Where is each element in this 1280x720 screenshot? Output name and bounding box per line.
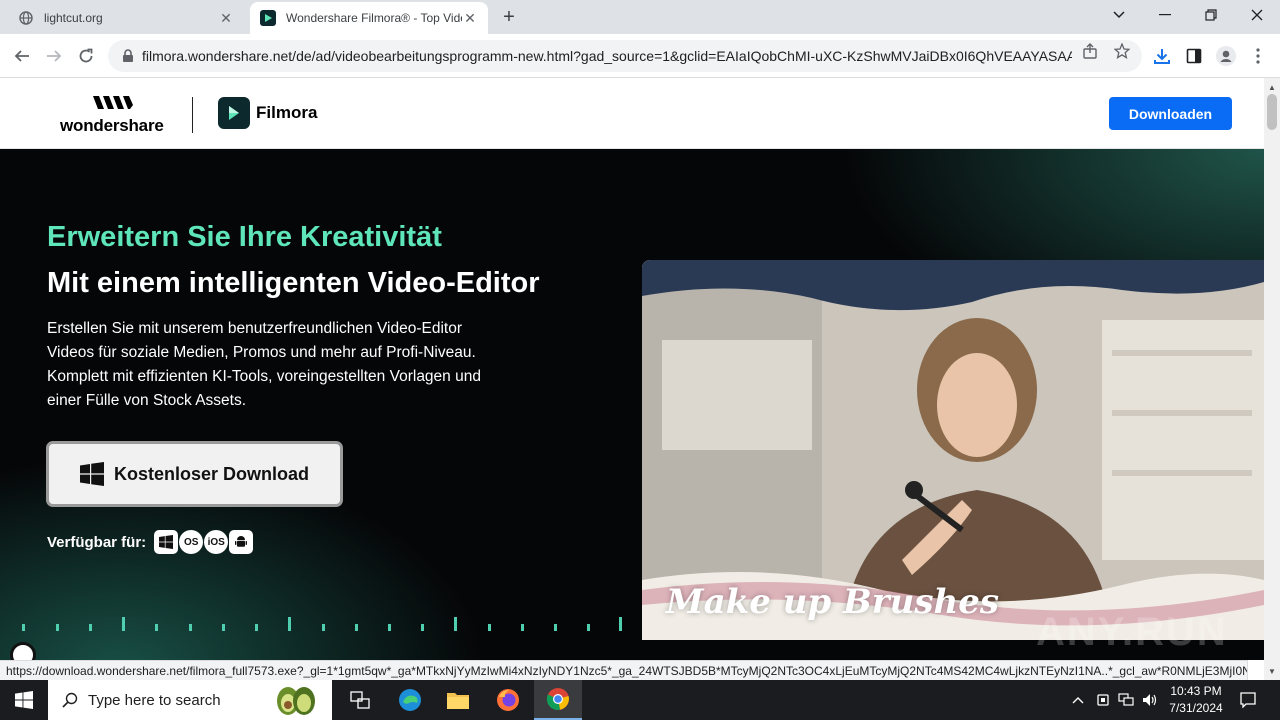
header-divider (192, 97, 193, 133)
chrome-icon[interactable] (534, 680, 582, 720)
windows-taskbar: Type here to search 10:43 PM 7/31/2024 (0, 680, 1280, 720)
scroll-up-arrow-icon[interactable]: ▲ (1264, 80, 1280, 94)
page-scrollbar[interactable]: ▲ ▼ (1264, 78, 1280, 680)
hero-section: Erweitern Sie Ihre Kreativität Mit einem… (0, 149, 1264, 660)
taskbar-clock[interactable]: 10:43 PM 7/31/2024 (1160, 683, 1232, 717)
free-download-button[interactable]: Kostenloser Download (46, 441, 343, 507)
hero-description: Erstellen Sie mit unserem benutzerfreund… (47, 317, 527, 413)
tab-filmora[interactable]: Wondershare Filmora® - Top Video ✕ (250, 2, 488, 34)
avocado-highlight-icon (277, 687, 315, 715)
wondershare-wordmark: wondershare (60, 116, 164, 135)
android-icon[interactable] (229, 530, 254, 554)
video-caption: Make up Brushes (666, 582, 1000, 622)
wondershare-mark-icon (93, 96, 133, 109)
filmora-logo[interactable]: Filmora (218, 97, 317, 129)
web-page: wondershare Filmora Downloaden Erweitern… (0, 78, 1264, 660)
profile-avatar-icon[interactable] (1215, 45, 1237, 67)
share-icon[interactable] (1081, 42, 1099, 60)
available-platforms: Verfügbar für: OS iOS (47, 530, 254, 554)
tab-search-chevron-icon[interactable] (1096, 0, 1142, 30)
hero-description-line: Videos für soziale Medien, Promos und me… (47, 344, 476, 361)
forward-arrow-icon[interactable] (40, 42, 68, 70)
taskbar-search-box[interactable]: Type here to search (48, 680, 332, 720)
filmora-logo-icon (218, 97, 250, 129)
bookmark-star-icon[interactable] (1113, 42, 1131, 60)
hero-title: Mit einem intelligenten Video-Editor (47, 267, 540, 299)
link-status-bar: https://download.wondershare.net/filmora… (0, 660, 1248, 680)
site-header: wondershare Filmora Downloaden (0, 78, 1264, 149)
close-tab-icon[interactable]: ✕ (462, 10, 478, 26)
firefox-icon[interactable] (484, 680, 532, 720)
hero-description-line: einer Fülle von Stock Assets. (47, 392, 247, 409)
decorative-waveform (22, 611, 632, 631)
minimize-icon[interactable] (1142, 0, 1188, 30)
restore-icon[interactable] (1188, 0, 1234, 30)
search-placeholder: Type here to search (88, 691, 221, 709)
start-button[interactable] (0, 680, 48, 720)
free-download-label: Kostenloser Download (113, 463, 310, 484)
tab-title: Wondershare Filmora® - Top Video (286, 11, 462, 25)
edge-browser-icon[interactable] (386, 680, 434, 720)
scroll-down-arrow-icon[interactable]: ▼ (1264, 664, 1280, 678)
security-shield-tray-icon[interactable] (1094, 680, 1112, 720)
hero-video-preview[interactable]: Make up Brushes (642, 260, 1264, 640)
header-download-button[interactable]: Downloaden (1109, 97, 1232, 130)
browser-tab-strip: lightcut.org ✕ Wondershare Filmora® - To… (0, 0, 1280, 34)
filmora-favicon-icon (260, 10, 276, 26)
globe-icon (18, 10, 34, 26)
anyrun-watermark: ANY.RUN (1036, 610, 1228, 654)
hero-description-line: Komplett mit effizienten KI-Tools, vorei… (47, 368, 481, 385)
tab-lightcut[interactable]: lightcut.org ✕ (8, 2, 244, 34)
address-bar[interactable]: filmora.wondershare.net/de/ad/videobearb… (108, 40, 1142, 72)
volume-icon[interactable] (1140, 680, 1160, 720)
kebab-menu-icon[interactable] (1247, 45, 1269, 67)
available-label: Verfügbar für: (47, 533, 147, 551)
hero-kicker: Erweitern Sie Ihre Kreativität (47, 221, 442, 253)
search-icon (62, 692, 78, 708)
task-view-icon[interactable] (336, 680, 384, 720)
side-panel-icon[interactable] (1183, 45, 1205, 67)
clock-time: 10:43 PM (1170, 684, 1222, 698)
windows-start-icon (15, 691, 33, 709)
clock-date: 7/31/2024 (1169, 701, 1223, 715)
downloads-icon[interactable] (1151, 45, 1173, 67)
close-tab-icon[interactable]: ✕ (218, 10, 234, 26)
close-window-icon[interactable] (1234, 0, 1280, 30)
new-tab-plus-icon[interactable]: + (498, 6, 520, 28)
file-explorer-icon[interactable] (434, 680, 482, 720)
scroll-thumb[interactable] (1267, 94, 1277, 130)
filmora-wordmark: Filmora (256, 103, 318, 122)
macos-icon[interactable]: OS (179, 530, 204, 554)
tray-chevron-up-icon[interactable] (1070, 680, 1086, 720)
tab-title: lightcut.org (44, 11, 103, 25)
wondershare-logo[interactable]: wondershare (60, 93, 168, 137)
back-arrow-icon[interactable] (8, 42, 36, 70)
lock-icon[interactable] (120, 48, 136, 64)
notifications-icon[interactable] (1236, 680, 1260, 720)
windows-logo-icon (79, 462, 104, 486)
url-text[interactable]: filmora.wondershare.net/de/ad/videobearb… (142, 48, 1072, 64)
network-icon[interactable] (1116, 680, 1136, 720)
hero-description-line: Erstellen Sie mit unserem benutzerfreund… (47, 320, 462, 337)
browser-toolbar: filmora.wondershare.net/de/ad/videobearb… (0, 34, 1280, 78)
ios-icon[interactable]: iOS (204, 530, 229, 554)
reload-icon[interactable] (72, 42, 100, 70)
windows-icon[interactable] (154, 530, 179, 554)
